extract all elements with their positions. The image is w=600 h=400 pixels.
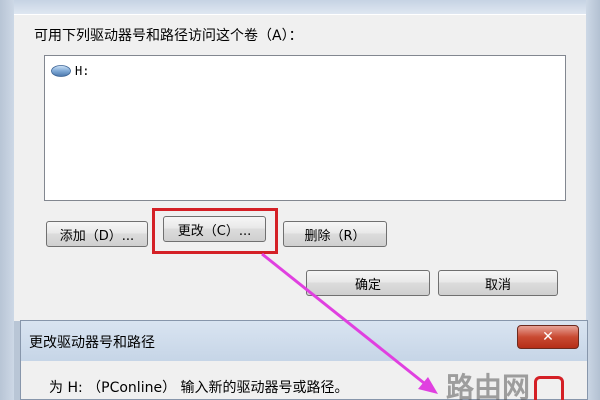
remove-button[interactable]: 删除（R）: [283, 221, 387, 247]
window-frame-right: [586, 0, 600, 400]
change-button-highlight: [152, 208, 278, 254]
child-dialog-instruction: 为 H: （PConline） 输入新的驱动器号或路径。: [49, 380, 349, 396]
window-frame-top: [0, 0, 600, 14]
close-button[interactable]: ✕: [517, 325, 579, 349]
access-paths-label: 可用下列驱动器号和路径访问这个卷（A）：: [34, 28, 303, 44]
radio-highlight: [534, 376, 564, 400]
ok-button[interactable]: 确定: [306, 270, 430, 296]
list-item[interactable]: H:: [51, 62, 89, 80]
drive-icon: [51, 65, 71, 77]
drive-paths-list[interactable]: H:: [44, 55, 566, 201]
close-icon: ✕: [542, 329, 554, 345]
list-item-label: H:: [75, 64, 90, 78]
add-button[interactable]: 添加（D）...: [46, 221, 148, 247]
child-dialog-title: 更改驱动器号和路径: [29, 335, 155, 351]
window-frame-left: [0, 0, 14, 400]
watermark: 路由网: [446, 371, 531, 400]
cancel-button[interactable]: 取消: [438, 270, 558, 296]
